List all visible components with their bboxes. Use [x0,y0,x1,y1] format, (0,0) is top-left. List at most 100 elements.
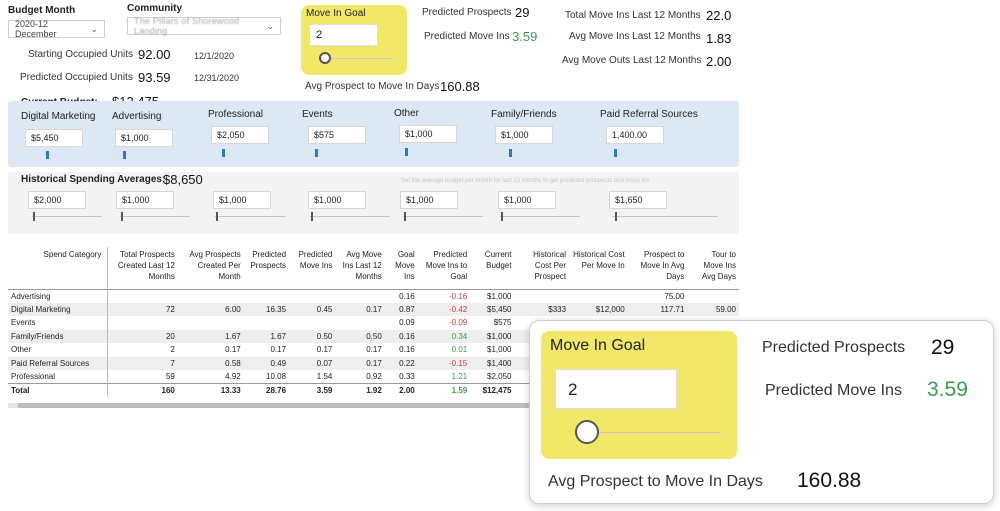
table-cell: 0.49 [243,356,290,370]
row-category: Digital Marketing [8,302,109,316]
table-cell: 1.67 [243,329,290,343]
budget-slider-family-friends[interactable] [509,149,512,157]
historical-input[interactable]: $1,000 [116,191,174,209]
budget-category-label: Professional [208,109,264,120]
historical-input[interactable]: $1,000 [400,191,458,209]
budget-input-digital-marketing[interactable]: $5,450 [25,129,83,147]
historical-slider-track[interactable] [403,216,483,217]
table-cell [335,316,384,330]
column-header[interactable]: Predicted Prospects [244,247,289,289]
budget-input-other[interactable]: $1,000 [399,125,457,143]
column-header[interactable]: Historical Cost Per Move In [569,247,628,289]
column-header[interactable]: Tour to Move Ins Avg Days [687,247,739,289]
historical-slider-track[interactable] [32,216,102,217]
table-cell: 2 [170,345,175,355]
budget-input-paid-referral[interactable]: 1,400.00 [606,126,664,144]
historical-slider-track[interactable] [612,216,718,217]
historical-input[interactable]: $1,000 [498,191,556,209]
table-cell: 72 [107,302,178,316]
table-cell: 117.71 [627,302,688,316]
budget-input-professional[interactable]: $2,050 [211,126,269,144]
predicted-move-ins-label: Predicted Move Ins [424,31,510,42]
row-category: Other [8,343,109,357]
table-cell: 20 [107,329,178,343]
table-cell [514,289,569,303]
starting-units-value: 92.00 [138,47,171,62]
budget-input-family-friends[interactable]: $1,000 [495,126,553,144]
table-cell: 10.08 [266,372,287,381]
zoom-predicted-prospects-value: 29 [931,336,955,359]
avg-move-outs-value: 2.00 [706,54,732,69]
historical-slider-handle[interactable] [311,212,313,221]
budget-slider-events[interactable] [315,149,318,157]
zoom-move-in-goal-slider-knob[interactable] [575,420,599,444]
column-header[interactable]: Avg Move Ins Last 12 Months [335,247,384,289]
historical-value: $8,650 [163,172,203,187]
zoom-move-in-goal-input[interactable]: 2 [555,369,677,409]
predicted-move-ins-value: 3.59 [512,29,538,44]
community-dropdown[interactable]: The Pillars of Shorewood Landing ⌄ [127,16,281,36]
historical-input[interactable]: $1,650 [609,191,667,209]
column-header[interactable]: Goal Move Ins [385,247,418,289]
historical-slider-handle[interactable] [33,212,35,221]
table-cell: -0.42 [417,302,471,316]
table-cell: 1.67 [177,329,244,343]
table-cell: $1,000 [487,291,512,301]
historical-slider-handle[interactable] [404,212,406,221]
historical-input[interactable]: $2,000 [28,191,86,209]
historical-slider-handle[interactable] [216,212,218,221]
community-value: The Pillars of Shorewood Landing [134,16,240,36]
move-in-goal-slider-track[interactable] [323,58,393,59]
column-header[interactable]: Historical Cost Per Prospect [514,247,569,289]
table-cell: -0.09 [448,318,468,328]
budget-category-label: Events [302,109,333,120]
table-cell: 0.45 [289,302,336,316]
predicted-units-label: Predicted Occupied Units [20,72,133,83]
budget-slider-paid-referral[interactable] [614,149,617,157]
table-cell: 75.00 [664,291,685,301]
column-header[interactable]: Prospect to Move In Avg Days [628,247,688,289]
historical-slider-handle[interactable] [615,212,617,221]
predicted-prospects-label: Predicted Prospects [422,7,512,18]
budget-input-advertising[interactable]: $1,000 [115,129,173,147]
table-cell: 0.17 [225,345,241,355]
table-cell: 0.50 [335,329,385,343]
historical-input[interactable]: $1,000 [213,191,271,209]
avg-move-ins-value: 1.83 [706,31,732,46]
budget-month-dropdown[interactable]: 2020-12 December ⌄ [8,19,105,39]
budget-slider-other[interactable] [405,148,408,156]
historical-slider-handle[interactable] [501,212,503,221]
move-in-goal-title: Move In Goal [306,8,366,19]
budget-month-label: Budget Month [8,5,76,16]
column-header[interactable]: Total Prospects Created Last 12 Months [108,247,178,289]
historical-slider-handle[interactable] [121,212,123,221]
historical-input[interactable]: $1,000 [308,191,366,209]
historical-slider-track[interactable] [310,216,390,217]
starting-units-label: Starting Occupied Units [28,49,134,60]
column-header[interactable]: Current Budget [470,247,514,289]
budget-slider-digital-marketing[interactable] [46,151,49,159]
move-in-goal-input[interactable]: 2 [309,24,378,46]
predicted-units-date: 12/31/2020 [194,73,240,83]
zoom-move-in-goal-card: Move In Goal 2 [541,331,737,459]
total-cell: 3.59 [289,383,336,397]
table-cell [178,289,244,303]
budget-slider-professional[interactable] [222,149,225,157]
total-move-ins-value: 22.0 [706,8,732,23]
budget-input-events[interactable]: $575 [308,126,366,144]
table-cell: $5,450 [470,302,515,316]
column-header[interactable]: Avg Prospects Created Per Month [178,247,244,289]
zoom-move-in-goal-slider-track[interactable] [583,432,721,433]
column-header[interactable]: Predicted Move Ins to Goal [418,247,471,289]
historical-slider-track[interactable] [500,216,580,217]
total-cell: 2.00 [384,383,418,397]
budget-slider-advertising[interactable] [123,151,126,159]
move-in-goal-slider-knob[interactable] [319,52,331,64]
column-header[interactable]: Predicted Move Ins [289,247,335,289]
column-header[interactable]: Spend Category [8,247,109,289]
historical-slider-track[interactable] [215,216,285,217]
scrollbar-thumb[interactable] [18,403,558,408]
table-cell: $1,000 [470,329,515,343]
chevron-down-icon: ⌄ [90,23,98,34]
historical-slider-track[interactable] [120,216,190,217]
